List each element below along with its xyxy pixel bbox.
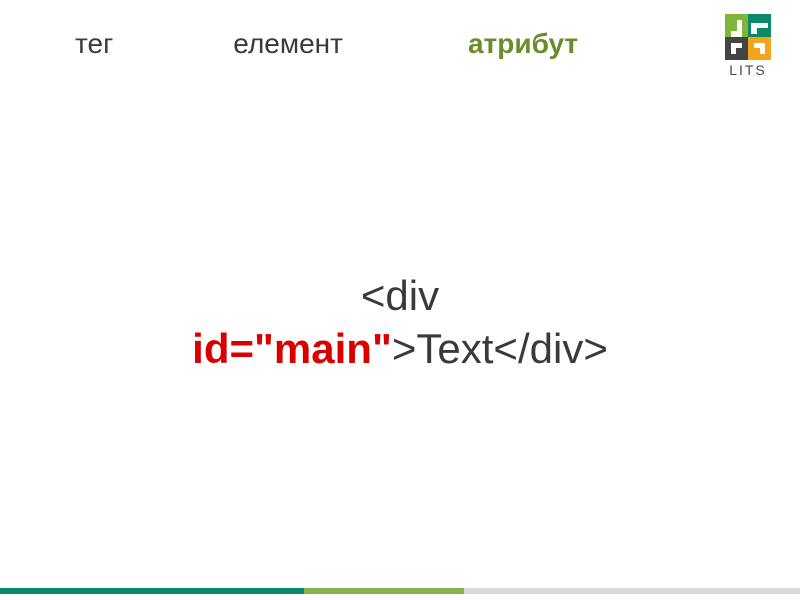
code-open-tag: <div bbox=[361, 272, 439, 319]
label-tag: тег bbox=[75, 28, 113, 60]
label-attribute: атрибут bbox=[468, 28, 578, 60]
logo-text: LITS bbox=[718, 62, 778, 78]
header-row: тег елемент атрибут bbox=[0, 0, 800, 60]
header-labels: тег елемент атрибут bbox=[75, 28, 578, 60]
code-rest: >Text</div> bbox=[392, 325, 608, 372]
code-attribute: id="main" bbox=[192, 325, 392, 372]
footer-seg-green bbox=[0, 588, 304, 594]
logo-icon bbox=[725, 14, 771, 60]
logo: LITS bbox=[718, 14, 778, 78]
footer-seg-gray bbox=[464, 588, 800, 594]
code-example: <div id="main">Text</div> bbox=[0, 270, 800, 375]
footer-seg-lime bbox=[304, 588, 464, 594]
footer-bar bbox=[0, 588, 800, 594]
label-element: елемент bbox=[233, 28, 343, 60]
